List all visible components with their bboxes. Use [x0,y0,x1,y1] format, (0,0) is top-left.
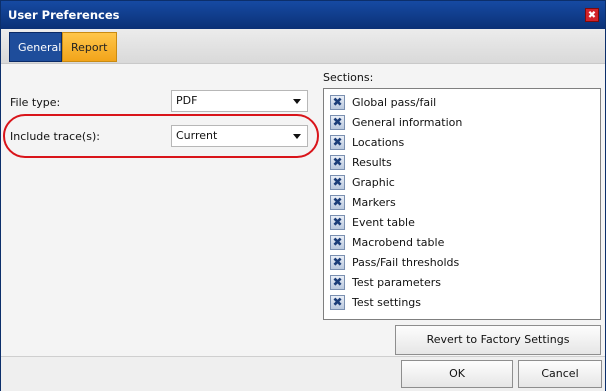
dialog-title: User Preferences [8,8,120,22]
checkbox-checked-icon[interactable]: ✖ [330,155,345,170]
section-item-test-parameters[interactable]: ✖ Test parameters [330,274,590,292]
tab-general[interactable]: General [9,32,62,62]
section-label: Locations [352,136,405,149]
section-item-event-table[interactable]: ✖ Event table [330,214,590,232]
section-item-graphic[interactable]: ✖ Graphic [330,174,590,192]
checkbox-checked-icon[interactable]: ✖ [330,95,345,110]
checkbox-checked-icon[interactable]: ✖ [330,115,345,130]
checkbox-checked-icon[interactable]: ✖ [330,275,345,290]
file-type-label: File type: [10,96,61,109]
file-type-dropdown[interactable]: PDF [171,90,308,112]
section-item-general-information[interactable]: ✖ General information [330,114,590,132]
tab-report-label: Report [71,41,108,54]
section-label: Macrobend table [352,236,445,249]
section-label: Markers [352,196,396,209]
checkbox-checked-icon[interactable]: ✖ [330,215,345,230]
sections-list: ✖ Global pass/fail ✖ General information… [323,88,601,320]
cancel-button[interactable]: Cancel [518,360,602,388]
section-item-macrobend-table[interactable]: ✖ Macrobend table [330,234,590,252]
section-label: Pass/Fail thresholds [352,256,460,269]
revert-factory-settings-button[interactable]: Revert to Factory Settings [395,325,601,355]
ok-button[interactable]: OK [401,360,513,388]
section-label: Results [352,156,392,169]
section-label: Global pass/fail [352,96,437,109]
tab-strip: General Report [1,29,605,64]
title-bar: User Preferences ✖ [1,1,605,29]
sections-label: Sections: [323,71,374,84]
section-label: Graphic [352,176,395,189]
cancel-button-label: Cancel [541,367,579,380]
section-item-global-pass-fail[interactable]: ✖ Global pass/fail [330,94,590,112]
checkbox-checked-icon[interactable]: ✖ [330,235,345,250]
file-type-value: PDF [176,94,198,107]
user-preferences-dialog: User Preferences ✖ General Report File t… [0,0,606,391]
close-button[interactable]: ✖ [585,8,599,22]
checkbox-checked-icon[interactable]: ✖ [330,175,345,190]
checkbox-checked-icon[interactable]: ✖ [330,195,345,210]
section-label: Test settings [352,296,422,309]
revert-button-label: Revert to Factory Settings [426,333,570,346]
section-item-results[interactable]: ✖ Results [330,154,590,172]
checkbox-checked-icon[interactable]: ✖ [330,295,345,310]
section-item-markers[interactable]: ✖ Markers [330,194,590,212]
tab-report[interactable]: Report [62,32,117,62]
tab-general-label: General [18,41,62,54]
highlight-annotation [3,114,319,158]
ok-button-label: OK [449,367,465,380]
section-label: Test parameters [352,276,441,289]
checkbox-checked-icon[interactable]: ✖ [330,135,345,150]
checkbox-checked-icon[interactable]: ✖ [330,255,345,270]
dialog-footer: OK Cancel [1,356,605,391]
close-icon: ✖ [587,10,597,21]
section-label: Event table [352,216,415,229]
section-item-test-settings[interactable]: ✖ Test settings [330,294,590,312]
section-item-locations[interactable]: ✖ Locations [330,134,590,152]
section-label: General information [352,116,463,129]
chevron-down-icon [293,99,301,104]
section-item-pass-fail-thresholds[interactable]: ✖ Pass/Fail thresholds [330,254,590,272]
